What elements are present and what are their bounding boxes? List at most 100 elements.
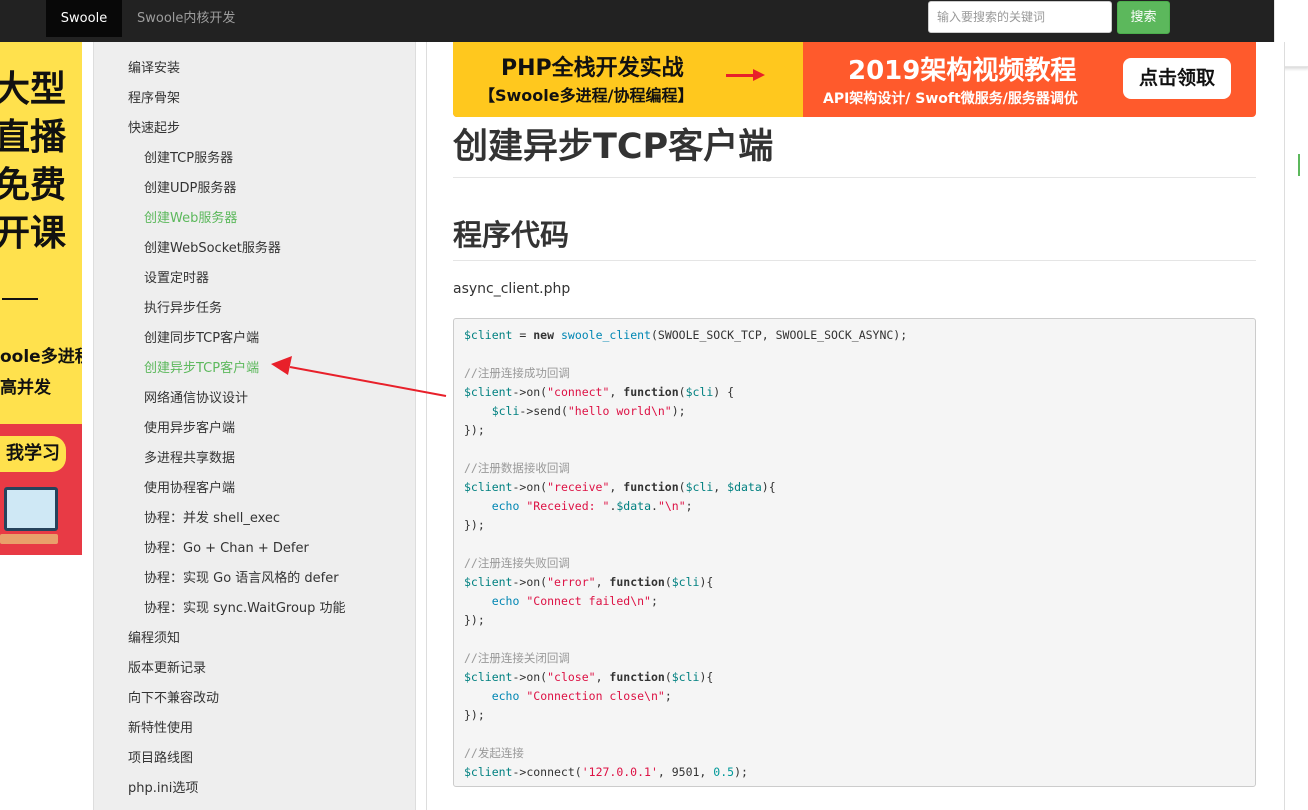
search-input[interactable] [928,1,1112,33]
sidebar-item[interactable]: 使用协程客户端 [144,480,235,498]
code-line: //注册连接失败回调 [464,555,570,571]
sidebar-item[interactable]: 协程：实现 Go 语言风格的 defer [144,570,339,588]
code-token: }); [464,423,485,437]
sidebar-item[interactable]: 协程：并发 shell_exec [144,510,280,528]
promo-banner[interactable]: PHP全栈开发实战 【Swoole多进程/协程编程】 2019架构视频教程 AP… [453,42,1256,117]
code-token: //发起连接 [464,746,524,760]
code-token: ( [678,385,686,399]
code-token: $cli [491,404,520,418]
code-token: ; [685,499,693,513]
code-token: , [595,670,610,684]
code-token: ; [650,594,658,608]
sidebar-item[interactable]: 协程：实现 sync.WaitGroup 功能 [144,600,346,618]
code-token: $client [464,765,513,779]
code-token: //注册数据接收回调 [464,461,570,475]
code-token: "Connect failed\n" [526,594,651,608]
code-token: "Connection close\n" [526,689,665,703]
sidebar-item[interactable]: 使用异步客户端 [144,420,235,438]
code-token: ->on( [512,670,548,684]
banner-arrowhead-icon [753,69,765,81]
code-token: $cli [671,575,700,589]
code-token: (SWOOLE_SOCK_TCP, SWOOLE_SOCK_ASYNC); [650,328,908,342]
nav-link-kernel-dev[interactable]: Swoole内核开发 [137,0,235,37]
sidebar-item[interactable]: 项目路线图 [128,750,193,768]
code-line: //发起连接 [464,745,524,761]
ad-line-2: 直播 [0,117,67,158]
sidebar-item[interactable]: 快速起步 [128,120,180,138]
sidebar-item[interactable]: 版本更新记录 [128,660,206,678]
code-line: $client->connect('127.0.0.1', 9501, 0.5)… [464,764,748,780]
code-token: ) { [713,385,735,399]
code-token: ); [734,765,748,779]
ad-line-3: 免费 [0,165,67,206]
code-token: = [512,328,534,342]
sidebar-item[interactable]: 创建UDP服务器 [144,180,236,198]
code-token: new [533,328,555,342]
sidebar-item[interactable]: 网络通信协议设计 [144,390,248,408]
code-token: $client [464,328,513,342]
code-token: echo [491,594,520,608]
code-token: echo [491,689,520,703]
code-line: echo "Connection close\n"; [464,688,672,704]
page-title: 创建异步TCP客户端 [453,127,774,167]
sidebar-item[interactable]: 新特性使用 [128,720,193,738]
ad-study-button[interactable]: 我学习 [0,436,66,472]
code-line: $client = new swoole_client(SWOOLE_SOCK_… [464,327,907,343]
code-token: }); [464,708,485,722]
sidebar-item[interactable]: 多进程共享数据 [144,450,235,468]
code-token: ->on( [512,385,548,399]
code-token: $data [727,480,762,494]
brand-link[interactable]: Swoole [46,0,122,37]
code-block[interactable]: $client = new swoole_client(SWOOLE_SOCK_… [453,318,1256,787]
code-token: ->on( [512,480,548,494]
code-token: , [609,385,624,399]
code-line: }); [464,422,485,438]
top-navbar: Swoole Swoole内核开发 搜索 [0,0,1274,42]
code-line: //注册连接关闭回调 [464,650,570,666]
banner-cta-button[interactable]: 点击领取 [1123,58,1231,99]
code-token: "connect" [547,385,610,399]
sidebar-item[interactable]: 创建异步TCP客户端 [144,360,259,378]
code-token: "\n" [657,499,686,513]
title-divider [453,177,1256,178]
code-token: , [595,575,610,589]
sidebar-item[interactable]: 协程：Go + Chan + Defer [144,540,309,558]
sidebar-item[interactable]: 创建TCP服务器 [144,150,233,168]
code-line: }); [464,517,485,533]
code-token: }); [464,518,485,532]
code-token: ){ [699,670,714,684]
code-token: function [623,480,679,494]
code-token: $client [464,670,513,684]
sidebar-item[interactable]: 创建WebSocket服务器 [144,240,281,258]
code-token: ){ [761,480,776,494]
code-token: ->on( [512,575,548,589]
docs-sidebar: 编译安装程序骨架快速起步创建TCP服务器 创建UDP服务器 创建Web服务器创建We… [93,42,416,810]
code-token: ( [678,480,686,494]
code-token: "receive" [547,480,610,494]
sidebar-item[interactable]: 执行异步任务 [144,300,222,318]
banner-subtitle: 【Swoole多进程/协程编程】 [479,86,694,105]
sidebar-item[interactable]: 程序骨架 [128,90,180,108]
code-token: echo [491,499,520,513]
sidebar-item[interactable]: php.ini选项 [128,780,198,798]
code-token: , 9501, [657,765,714,779]
code-filename: async_client.php [453,281,571,297]
side-promo-ad[interactable]: 大型 直播 免费 开课 oole多进程 高并发 我学习 [0,42,82,555]
sidebar-item[interactable]: 向下不兼容改动 [128,690,219,708]
code-token: $client [464,575,513,589]
sidebar-item[interactable]: 编程须知 [128,630,180,648]
code-line: $client->on("close", function($cli){ [464,669,713,685]
code-token: swoole_client [560,328,651,342]
sidebar-item[interactable]: 设置定时器 [144,270,209,288]
sidebar-item[interactable]: 创建同步TCP客户端 [144,330,259,348]
books-illustration-icon [0,534,58,544]
code-token: ( [664,575,672,589]
code-line: echo "Connect failed\n"; [464,593,658,609]
sidebar-item[interactable]: 创建Web服务器 [144,210,237,228]
sidebar-item[interactable]: 编译安装 [128,60,180,78]
code-token: "hello world\n" [567,404,672,418]
search-button[interactable]: 搜索 [1117,1,1170,34]
